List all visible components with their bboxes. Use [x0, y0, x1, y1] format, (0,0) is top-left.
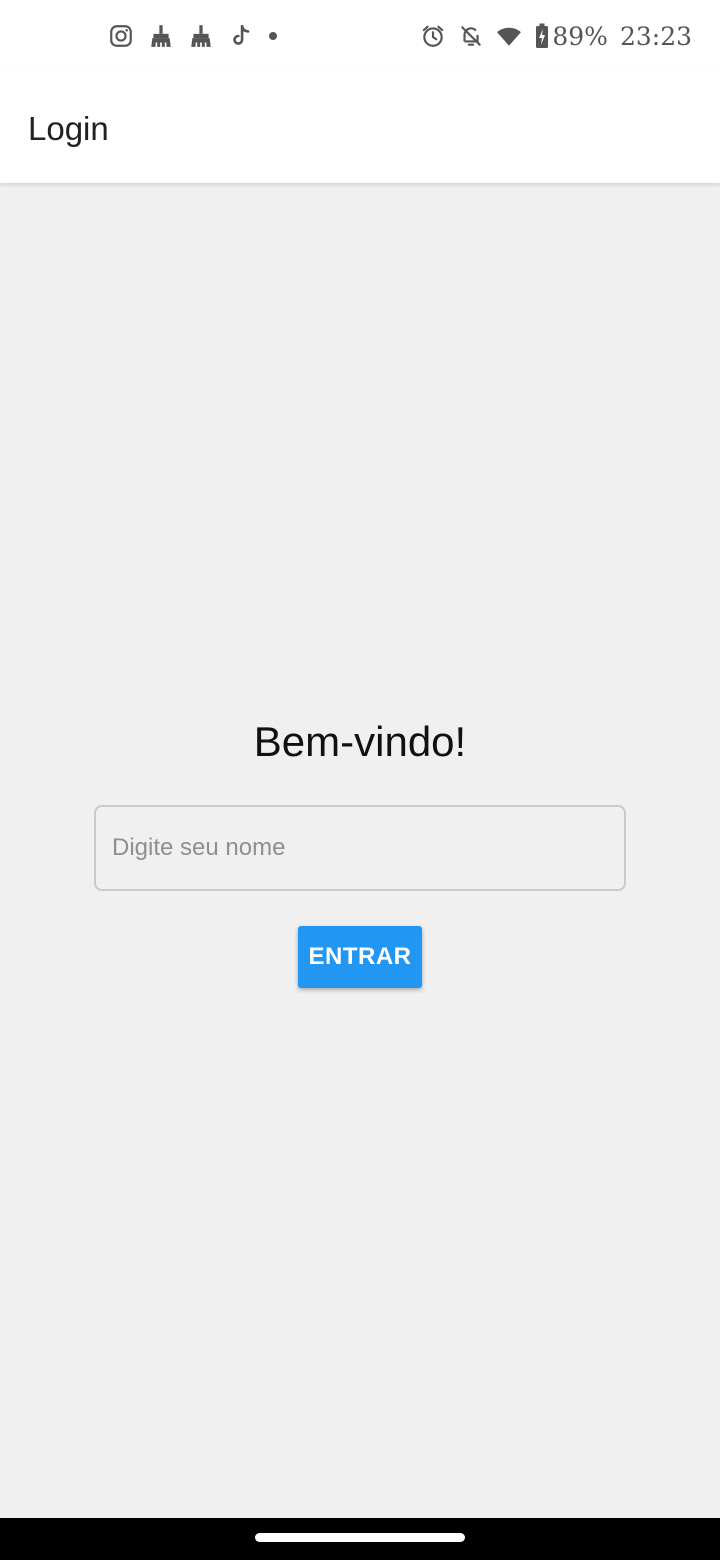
status-bar-system-icons: 89% 23:23: [420, 20, 692, 52]
navigation-bar: [0, 1518, 720, 1560]
status-bar: 89% 23:23: [0, 0, 720, 72]
page-title: Login: [28, 110, 109, 147]
enter-button[interactable]: ENTRAR: [298, 926, 422, 988]
app-bar: Login: [0, 72, 720, 183]
battery-charging-icon: [534, 23, 550, 49]
cleaner-icon: [188, 23, 214, 49]
alarm-icon: [420, 23, 446, 49]
battery-level: 89%: [552, 21, 608, 51]
wifi-icon: [496, 23, 522, 49]
cleaner-icon: [148, 23, 174, 49]
name-input[interactable]: [94, 805, 626, 891]
battery-indicator: 89%: [534, 22, 608, 51]
clock: 23:23: [619, 21, 692, 51]
dot-icon: [268, 31, 278, 41]
login-screen: Bem-vindo! ENTRAR: [0, 183, 720, 1518]
home-indicator[interactable]: [255, 1533, 465, 1542]
notifications-off-icon: [458, 23, 484, 49]
status-bar-notification-icons: [108, 20, 278, 52]
instagram-icon: [108, 23, 134, 49]
tiktok-icon: [228, 23, 254, 49]
welcome-heading: Bem-vindo!: [253, 718, 467, 765]
